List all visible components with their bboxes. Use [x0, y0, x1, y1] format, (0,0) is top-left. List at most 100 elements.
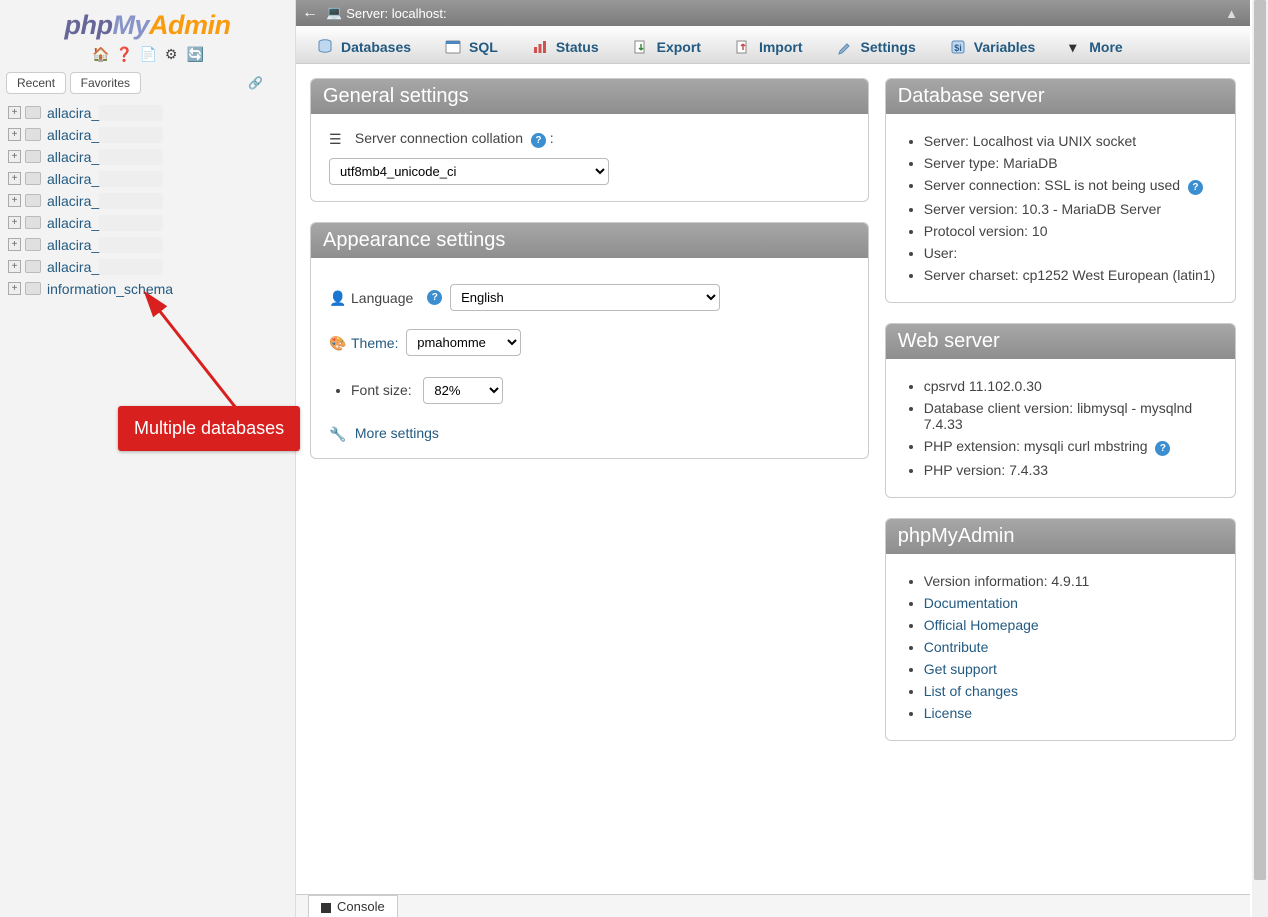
list-item: Server type: MariaDB	[924, 152, 1217, 174]
home-icon[interactable]: 🏠	[92, 46, 108, 62]
help-icon[interactable]: ?	[1188, 180, 1203, 195]
tab-status[interactable]: Status	[517, 30, 614, 63]
collation-row: ☰ Server connection collation ? :	[329, 130, 850, 148]
database-name[interactable]: allacira_	[47, 215, 99, 231]
database-item[interactable]: + allacira_	[8, 234, 295, 256]
database-name[interactable]: allacira_	[47, 149, 99, 165]
tab-databases[interactable]: Databases	[302, 30, 426, 63]
panel-heading: General settings	[311, 79, 868, 114]
collation-select[interactable]: utf8mb4_unicode_ci	[329, 158, 609, 185]
database-icon	[25, 150, 41, 163]
export-icon	[633, 39, 649, 55]
expand-icon[interactable]: +	[8, 150, 21, 163]
database-item[interactable]: + allacira_	[8, 256, 295, 278]
database-name[interactable]: allacira_	[47, 193, 99, 209]
left-column: General settings ☰ Server connection col…	[310, 78, 869, 761]
list-item: Protocol version: 10	[924, 220, 1217, 242]
vertical-scrollbar[interactable]	[1252, 0, 1268, 917]
expand-icon[interactable]: +	[8, 216, 21, 229]
tab-export[interactable]: Export	[618, 30, 716, 63]
doc-link[interactable]: Documentation	[924, 595, 1018, 611]
expand-icon[interactable]: +	[8, 128, 21, 141]
expand-icon[interactable]: +	[8, 172, 21, 185]
recent-tab[interactable]: Recent	[6, 72, 66, 94]
panel-heading: phpMyAdmin	[886, 519, 1235, 554]
changes-link[interactable]: List of changes	[924, 683, 1018, 699]
database-name[interactable]: allacira_	[47, 127, 99, 143]
link-icon[interactable]: 🔗	[248, 76, 263, 90]
expand-icon[interactable]: +	[8, 238, 21, 251]
gear-icon[interactable]: ⚙	[163, 46, 179, 62]
fontsize-row: Font size: 82%	[351, 374, 850, 407]
tab-label: Databases	[341, 39, 411, 55]
tab-more[interactable]: ▾ More	[1054, 30, 1137, 63]
database-item[interactable]: + allacira_	[8, 168, 295, 190]
list-item: Get support	[924, 658, 1217, 680]
expand-icon[interactable]: +	[8, 106, 21, 119]
tab-import[interactable]: Import	[720, 30, 818, 63]
redacted-text	[99, 105, 163, 121]
more-icon: ▾	[1069, 39, 1081, 55]
tab-variables[interactable]: $i Variables	[935, 30, 1051, 63]
list-item: Version information: 4.9.11	[924, 570, 1217, 592]
list-item: cpsrvd 11.102.0.30	[924, 375, 1217, 397]
database-name[interactable]: allacira_	[47, 259, 99, 275]
server-icon: 💻	[326, 5, 342, 21]
back-arrow-icon[interactable]: ←	[302, 4, 318, 22]
database-name[interactable]: allacira_	[47, 237, 99, 253]
fontsize-select[interactable]: 82%	[423, 377, 503, 404]
sql-icon	[445, 39, 461, 55]
main-area: ← 💻 Server: localhost: ▲ Databases SQL S…	[296, 0, 1250, 917]
fontsize-label: Font size:	[351, 382, 412, 398]
favorites-tab[interactable]: Favorites	[70, 72, 141, 94]
theme-label[interactable]: Theme:	[351, 335, 398, 351]
contribute-link[interactable]: Contribute	[924, 639, 989, 655]
tab-label: Import	[759, 39, 803, 55]
svg-text:$i: $i	[954, 43, 962, 53]
help-icon[interactable]: ?	[427, 290, 442, 305]
database-item[interactable]: + allacira_	[8, 124, 295, 146]
database-item[interactable]: + allacira_	[8, 190, 295, 212]
database-item[interactable]: + allacira_	[8, 212, 295, 234]
database-name[interactable]: allacira_	[47, 105, 99, 121]
expand-icon[interactable]: +	[8, 194, 21, 207]
web-server-panel: Web server cpsrvd 11.102.0.30 Database c…	[885, 323, 1236, 498]
tab-settings[interactable]: Settings	[822, 30, 931, 63]
help-icon[interactable]: ❓	[116, 46, 132, 62]
license-link[interactable]: License	[924, 705, 972, 721]
console-tab[interactable]: Console	[308, 895, 398, 917]
sidebar-icon-row: 🏠 ❓ 📄 ⚙ 🔄	[0, 43, 295, 68]
help-icon[interactable]: ?	[531, 133, 546, 148]
sql-doc-icon[interactable]: 📄	[140, 46, 156, 62]
database-item[interactable]: + information_schema	[8, 278, 295, 300]
tab-sql[interactable]: SQL	[430, 30, 513, 63]
database-name[interactable]: allacira_	[47, 171, 99, 187]
expand-icon[interactable]: +	[8, 282, 21, 295]
language-select[interactable]: English	[450, 284, 720, 311]
database-icon	[25, 238, 41, 251]
console-bar: Console	[296, 894, 1250, 917]
help-icon[interactable]: ?	[1155, 441, 1170, 456]
scrollbar-thumb[interactable]	[1254, 0, 1266, 880]
more-settings-link[interactable]: More settings	[355, 425, 439, 441]
expand-icon[interactable]: +	[8, 260, 21, 273]
database-icon	[25, 260, 41, 273]
logo[interactable]: phpMyAdmin	[0, 6, 295, 43]
database-item[interactable]: + allacira_	[8, 146, 295, 168]
database-item[interactable]: + allacira_	[8, 102, 295, 124]
theme-select[interactable]: pmahomme	[406, 329, 521, 356]
list-item: Server: Localhost via UNIX socket	[924, 130, 1217, 152]
support-link[interactable]: Get support	[924, 661, 997, 677]
tab-label: Export	[657, 39, 701, 55]
tab-label: Status	[556, 39, 599, 55]
homepage-link[interactable]: Official Homepage	[924, 617, 1039, 633]
database-name[interactable]: information_schema	[47, 281, 173, 297]
list-icon: ☰	[329, 131, 345, 147]
webserver-list: cpsrvd 11.102.0.30 Database client versi…	[904, 375, 1217, 481]
reload-icon[interactable]: 🔄	[187, 46, 203, 62]
database-server-panel: Database server Server: Localhost via UN…	[885, 78, 1236, 303]
panel-heading: Database server	[886, 79, 1235, 114]
redacted-text	[99, 171, 163, 187]
tab-label: More	[1089, 39, 1122, 55]
collapse-panel-icon[interactable]: ▲	[1225, 6, 1238, 21]
